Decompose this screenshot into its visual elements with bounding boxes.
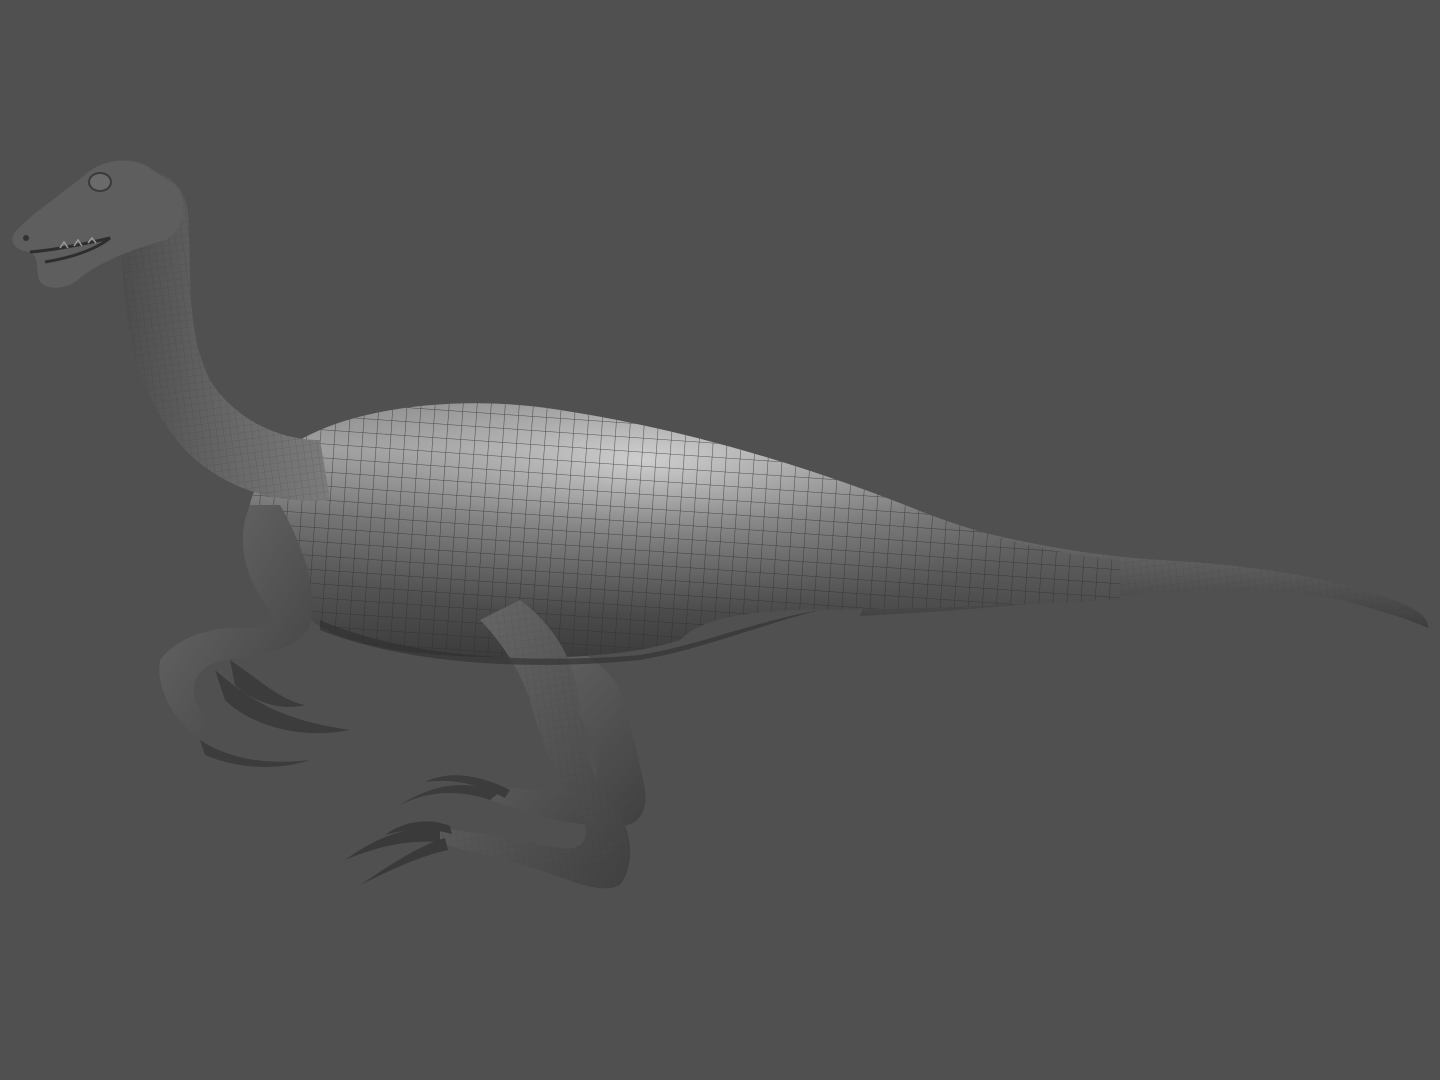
dinosaur-render xyxy=(12,160,1429,889)
render-viewport xyxy=(0,0,1440,1080)
near-hind-foot-claws xyxy=(345,821,452,885)
hand-claws xyxy=(200,660,350,767)
eye xyxy=(88,172,112,192)
nostril xyxy=(23,235,29,241)
